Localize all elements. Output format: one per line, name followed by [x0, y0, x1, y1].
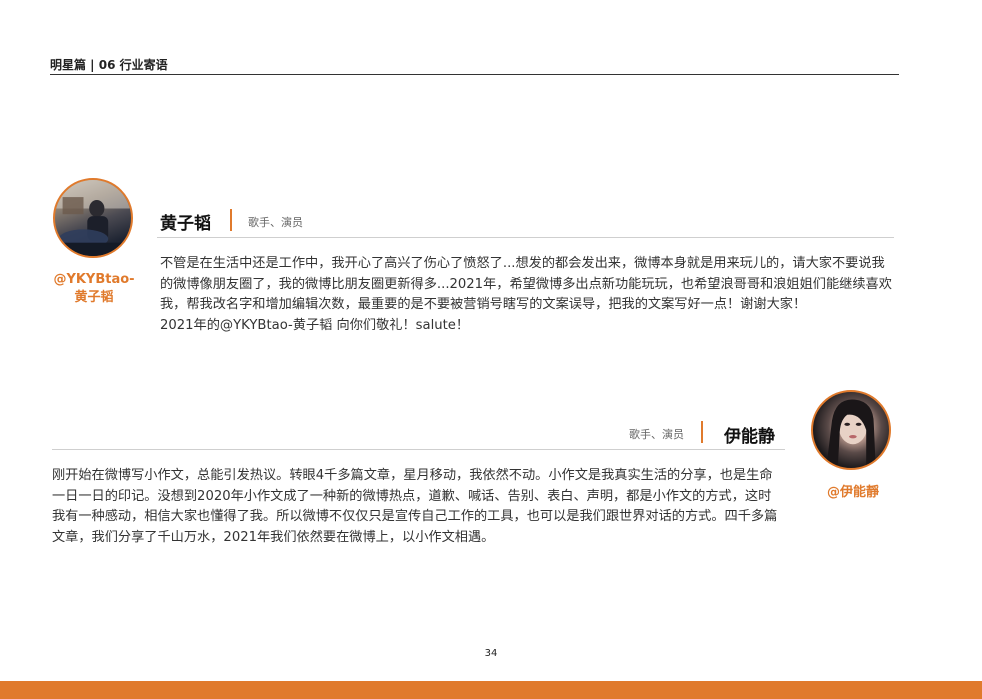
- person-name: 伊能静: [724, 427, 775, 447]
- header-divider: [50, 74, 899, 75]
- user-handle-line: 黄子韬: [74, 290, 114, 305]
- name-divider: [157, 237, 894, 238]
- quote-text: 刚开始在微博写小作文，总能引发热议。转眼4千多篇文章，星月移动，我依然不动。小作…: [52, 466, 784, 548]
- avatar-photo: [53, 178, 133, 258]
- avatar-photo: [811, 390, 891, 470]
- person-name: 黄子韬: [160, 214, 211, 234]
- accent-separator: [230, 209, 232, 231]
- page-number: 34: [484, 648, 498, 659]
- quote-paragraph: 2021年的@YKYBtao-黄子韬 向你们敬礼！salute！: [160, 317, 470, 333]
- accent-separator: [701, 421, 703, 443]
- quote-paragraph: 不管是在生活中还是工作中，我开心了高兴了伤心了愤怒了...想发的都会发出来，微博…: [160, 256, 892, 312]
- section-title: 明星篇 | 06 行业寄语: [50, 58, 168, 72]
- avatar-photo-art: [55, 180, 131, 256]
- person-role: 歌手、演员: [248, 216, 303, 229]
- user-handle: @YKYBtao- 黄子韬: [52, 271, 136, 307]
- user-handle-line: @YKYBtao-: [53, 272, 135, 287]
- avatar-photo-art: [826, 399, 876, 468]
- person-role: 歌手、演员: [629, 428, 684, 441]
- user-handle-line: @伊能靜: [826, 485, 879, 500]
- name-divider: [52, 449, 785, 450]
- footer-accent-bar: [0, 681, 982, 699]
- user-handle: @伊能靜: [810, 484, 896, 502]
- quote-text: 不管是在生活中还是工作中，我开心了高兴了伤心了愤怒了...想发的都会发出来，微博…: [160, 254, 894, 336]
- quote-paragraph: 刚开始在微博写小作文，总能引发热议。转眼4千多篇文章，星月移动，我依然不动。小作…: [52, 468, 778, 545]
